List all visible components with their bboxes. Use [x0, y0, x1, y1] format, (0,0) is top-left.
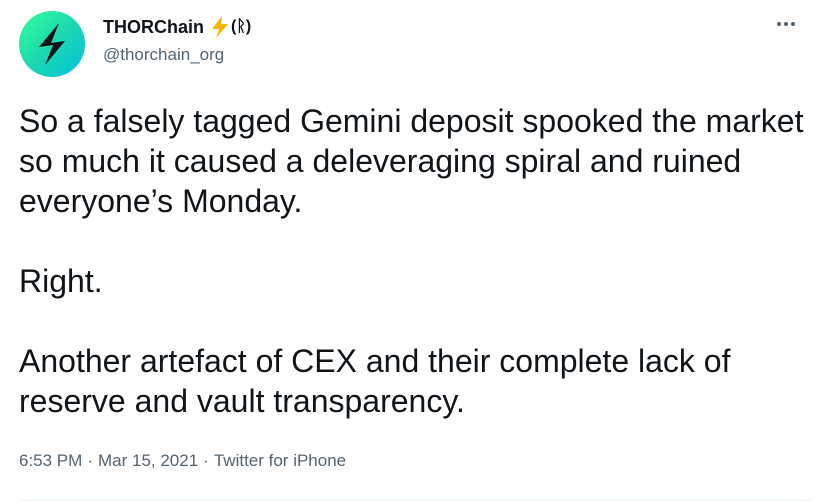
tweet-date-link[interactable]: Mar 15, 2021 — [98, 451, 198, 471]
separator: · — [203, 451, 209, 470]
tweet-text: So a falsely tagged Gemini deposit spook… — [19, 101, 809, 421]
tweet-paragraph: Right. — [19, 263, 103, 299]
avatar[interactable] — [19, 11, 85, 77]
more-options-button[interactable] — [773, 14, 799, 34]
tweet-source-link[interactable]: Twitter for iPhone — [214, 451, 346, 471]
badge-text: (ᚱ) — [231, 18, 252, 35]
tweet-paragraph: Another artefact of CEX and their comple… — [19, 343, 731, 419]
more-horizontal-icon — [777, 22, 795, 26]
separator: · — [87, 451, 93, 470]
display-name[interactable]: THORChain — [103, 17, 204, 38]
tweet-metadata: 6:53 PM · Mar 15, 2021 · Twitter for iPh… — [19, 451, 346, 471]
author-name-row: THORChain (ᚱ) — [103, 16, 251, 38]
tweet-card: THORChain (ᚱ) @thorchain_org So a falsel… — [0, 0, 825, 501]
high-voltage-icon — [210, 16, 230, 38]
tweet-time-link[interactable]: 6:53 PM — [19, 451, 82, 471]
author-handle[interactable]: @thorchain_org — [103, 45, 224, 65]
tweet-paragraph: So a falsely tagged Gemini deposit spook… — [19, 103, 804, 219]
thorchain-logo-icon — [39, 23, 65, 65]
